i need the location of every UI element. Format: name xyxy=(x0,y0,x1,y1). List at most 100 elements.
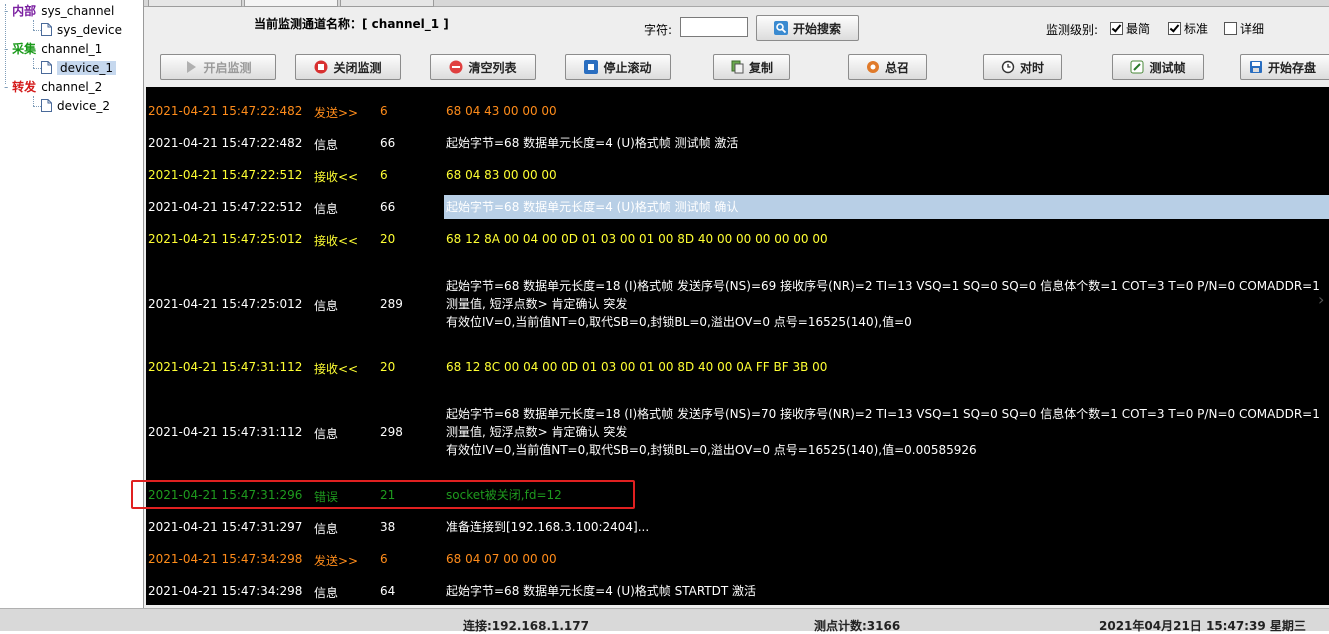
error-highlight-box xyxy=(131,480,635,509)
log-length: 20 xyxy=(380,360,396,374)
stop-scroll-button[interactable]: 停止滚动 xyxy=(565,54,671,80)
log-message-line: 测量值, 短浮点数> 肯定确认 突发 xyxy=(446,297,628,311)
log-list[interactable]: 2021-04-21 15:47:22:482 发送>> 6 68 04 43 00 … xyxy=(146,87,1329,605)
tree-connector xyxy=(33,68,41,69)
log-row[interactable]: 2021-04-21 15:47:22:482 信息 66 起始字节=68 数据单元长… xyxy=(146,134,1329,152)
connection-status: 连接:192.168.1.177 xyxy=(463,619,589,633)
log-length: 289 xyxy=(380,297,403,311)
channel-tree: - 内部 sys_channel sys_device - 采集 channel_1… xyxy=(0,0,144,608)
stop-monitor-label: 关闭监测 xyxy=(333,60,382,75)
chevron-right-icon[interactable]: › xyxy=(1318,290,1324,309)
start-search-label: 开始搜索 xyxy=(792,21,841,36)
tree-channel-label: sys_channel xyxy=(41,4,115,18)
start-save-label: 开始存盘 xyxy=(1268,60,1317,75)
log-message: 起始字节=68 数据单元长度=4 (U)格式帧 测试帧 激活 xyxy=(446,134,738,152)
start-save-button[interactable]: 开始存盘 xyxy=(1240,54,1329,80)
stop-monitor-button[interactable]: 关闭监测 xyxy=(295,54,401,80)
search-icon xyxy=(773,21,788,35)
channel-title: 当前监测通道名称：[ channel_1 ] xyxy=(254,17,449,31)
log-message-line: 68 12 8A 00 04 00 0D 01 03 00 01 00 8D 4… xyxy=(446,232,828,246)
log-type: 接收<< xyxy=(314,362,359,376)
log-length: 38 xyxy=(380,520,396,534)
start-monitor-button[interactable]: 开启监测 xyxy=(160,54,276,80)
monitor-panel: 当前监测通道名称：[ channel_1 ] 字符: 开始搜索 监测级别: 最简… xyxy=(144,0,1329,608)
level-detail-label: 详细 xyxy=(1240,22,1265,36)
start-search-button[interactable]: 开始搜索 xyxy=(756,15,859,41)
copy-icon xyxy=(731,60,744,74)
tab-2[interactable] xyxy=(244,0,338,7)
tree-device-label: device_2 xyxy=(57,99,111,113)
log-message-line: 68 04 07 00 00 00 xyxy=(446,552,557,566)
log-message-line: 测量值, 短浮点数> 肯定确认 突发 xyxy=(446,425,628,439)
char-search-input[interactable] xyxy=(680,17,748,37)
test-frame-button[interactable]: 测试帧 xyxy=(1112,54,1204,80)
log-message: 起始字节=68 数据单元长度=4 (U)格式帧 STARTDT 激活 xyxy=(446,582,756,600)
tree-connector xyxy=(33,30,41,31)
edit-icon xyxy=(1130,60,1144,74)
log-message: 起始字节=68 数据单元长度=18 (I)格式帧 发送序号(NS)=69 接收序… xyxy=(446,277,1320,331)
log-row[interactable]: 2021-04-21 15:47:31:112 接收<< 20 68 12 8C 00… xyxy=(146,358,1329,376)
time-sync-label: 对时 xyxy=(1019,60,1044,75)
log-row[interactable]: 2021-04-21 15:47:34:298 发送>> 6 68 04 07 00 … xyxy=(146,550,1329,568)
log-message-line: 起始字节=68 数据单元长度=4 (U)格式帧 STARTDT 激活 xyxy=(446,584,757,598)
save-icon xyxy=(1250,61,1262,73)
log-message-line: 有效位IV=0,当前值NT=0,取代SB=0,封锁BL=0,溢出OV=0 点号=… xyxy=(446,443,977,457)
log-type: 信息 xyxy=(314,138,339,152)
checkbox-box xyxy=(1224,22,1237,35)
tab-3[interactable] xyxy=(340,0,434,7)
general-call-button[interactable]: 总召 xyxy=(848,54,927,80)
log-length: 66 xyxy=(380,136,396,150)
log-message-line: 起始字节=68 数据单元长度=18 (I)格式帧 发送序号(NS)=70 接收序… xyxy=(446,407,1320,421)
copy-button[interactable]: 复制 xyxy=(713,54,790,80)
tree-device-1[interactable]: device_1 xyxy=(41,59,117,77)
tab-1[interactable] xyxy=(148,0,242,7)
log-time: 2021-04-21 15:47:22:482 xyxy=(148,136,303,150)
log-length: 20 xyxy=(380,232,396,246)
log-row[interactable]: 2021-04-21 15:47:25:012 接收<< 20 68 12 8A 00… xyxy=(146,230,1329,248)
level-detail-checkbox[interactable]: 详细 xyxy=(1224,20,1264,37)
log-time: 2021-04-21 15:47:31:112 xyxy=(148,360,303,374)
log-row[interactable]: 2021-04-21 15:47:25:012 信息 289 起始字节=68 数据单元… xyxy=(146,277,1329,331)
checkbox-box xyxy=(1110,22,1123,35)
tree-connector xyxy=(33,96,34,106)
test-frame-label: 测试帧 xyxy=(1149,60,1186,75)
tree-device-2[interactable]: device_2 xyxy=(41,97,110,115)
log-row[interactable]: 2021-04-21 15:47:22:482 发送>> 6 68 04 43 00 … xyxy=(146,102,1329,120)
level-simple-checkbox[interactable]: 最简 xyxy=(1110,20,1150,37)
log-time: 2021-04-21 15:47:25:012 xyxy=(148,297,303,311)
clear-list-label: 清空列表 xyxy=(468,60,517,75)
tree-channel-label: channel_2 xyxy=(41,80,103,94)
log-row[interactable]: 2021-04-21 15:47:22:512 接收<< 6 68 04 83 00 … xyxy=(146,166,1329,184)
log-row[interactable]: 2021-04-21 15:47:31:112 信息 298 起始字节=68 数据单元… xyxy=(146,405,1329,459)
general-call-icon xyxy=(866,61,879,73)
log-type: 接收<< xyxy=(314,234,359,248)
clear-list-button[interactable]: 清空列表 xyxy=(430,54,536,80)
time-sync-button[interactable]: 对时 xyxy=(983,54,1062,80)
tree-channel-2[interactable]: - 转发 channel_2 xyxy=(4,78,102,96)
log-time: 2021-04-21 15:47:22:482 xyxy=(148,104,303,118)
tree-channel-sys[interactable]: - 内部 sys_channel xyxy=(4,2,114,20)
log-time: 2021-04-21 15:47:25:012 xyxy=(148,232,303,246)
log-message-line: 有效位IV=0,当前值NT=0,取代SB=0,封锁BL=0,溢出OV=0 点号=… xyxy=(446,315,912,329)
log-row[interactable]: 2021-04-21 15:47:31:297 信息 38 准备连接到[192.168… xyxy=(146,518,1329,536)
copy-label: 复制 xyxy=(748,60,773,75)
log-message-line: 准备连接到[192.168.3.100:2404]... xyxy=(446,520,650,534)
log-row[interactable]: 2021-04-21 15:47:34:298 信息 64 起始字节=68 数据单元长… xyxy=(146,582,1329,600)
tree-device-label: sys_device xyxy=(57,23,123,37)
log-row[interactable]: 2021-04-21 15:47:22:512 信息 66 起始字节=68 数据单元长… xyxy=(146,195,1329,219)
stop-scroll-label: 停止滚动 xyxy=(603,60,652,75)
play-icon xyxy=(187,61,197,73)
tree-channel-1[interactable]: - 采集 channel_1 xyxy=(4,40,102,58)
start-monitor-label: 开启监测 xyxy=(203,60,252,75)
log-time: 2021-04-21 15:47:31:112 xyxy=(148,425,303,439)
level-standard-checkbox[interactable]: 标准 xyxy=(1168,20,1208,37)
tree-device-sys[interactable]: sys_device xyxy=(41,21,122,39)
tree-connector xyxy=(33,106,41,107)
log-message: 起始字节=68 数据单元长度=4 (U)格式帧 测试帧 确认 xyxy=(446,198,738,216)
tree-category-label: 转发 xyxy=(12,80,37,94)
log-message: 68 12 8A 00 04 00 0D 01 03 00 01 00 8D 4… xyxy=(446,230,828,248)
level-standard-label: 标准 xyxy=(1184,22,1209,36)
tree-channel-label: channel_1 xyxy=(41,42,103,56)
log-length: 66 xyxy=(380,200,396,214)
log-time: 2021-04-21 15:47:22:512 xyxy=(148,168,303,182)
